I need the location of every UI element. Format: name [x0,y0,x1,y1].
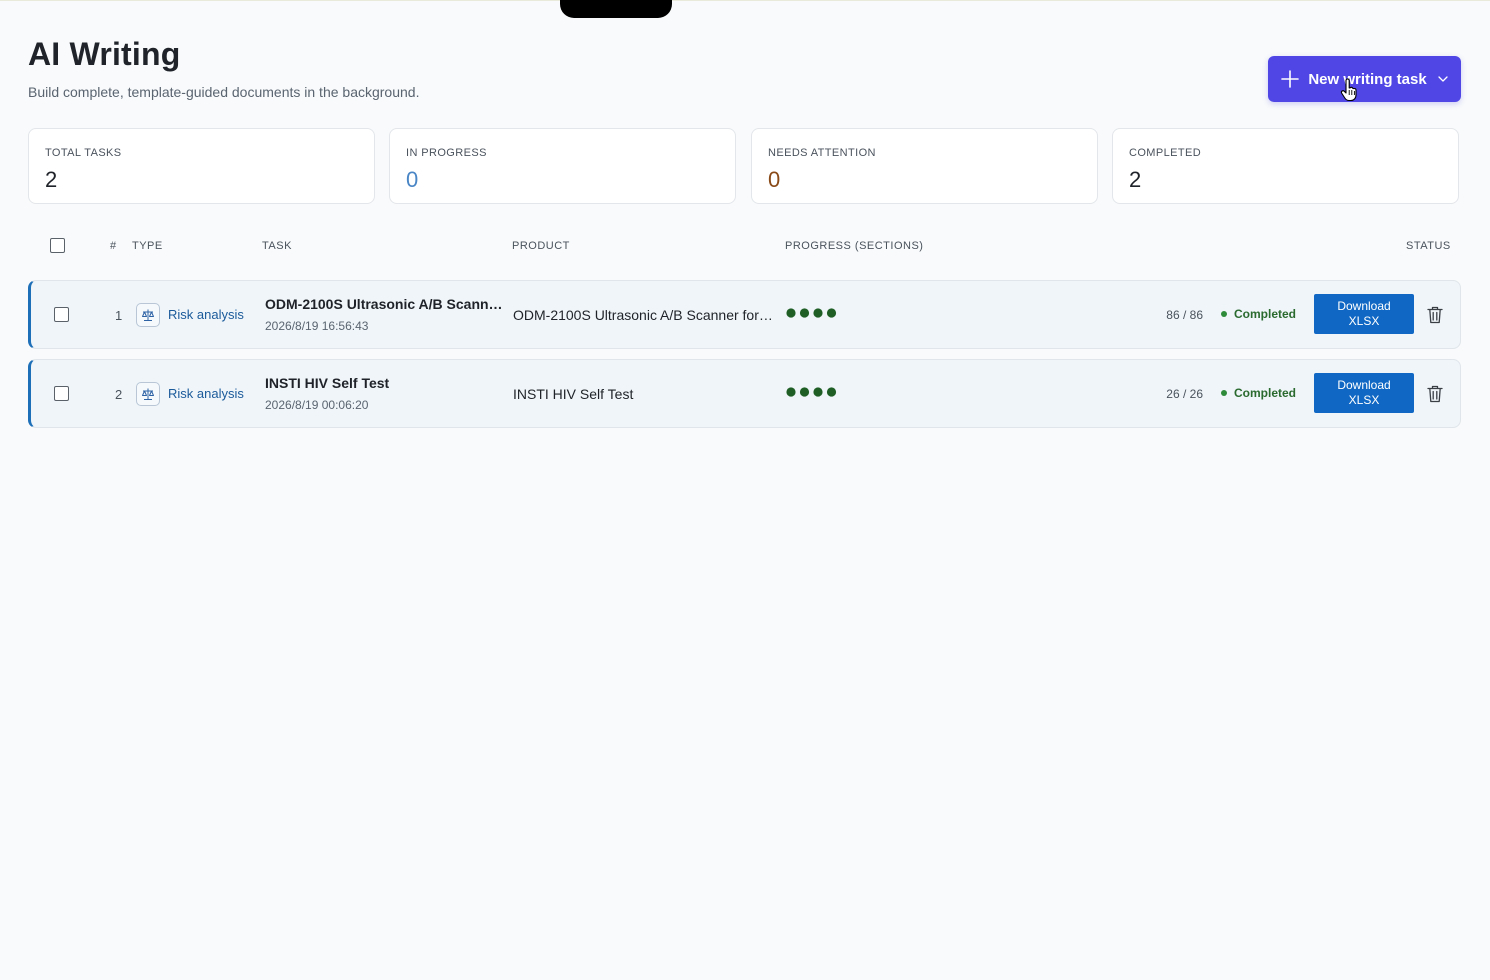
stat-value: 2 [45,167,58,192]
stat-label: COMPLETED [1129,147,1202,159]
status-dot-icon [1221,311,1227,317]
stat-card-in-progress: IN PROGRESS 0 [389,128,736,204]
task-timestamp: 2026/8/19 00:06:20 [265,398,369,412]
task-timestamp: 2026/8/19 16:56:43 [265,319,369,333]
camera-notch [560,0,672,18]
column-header-progress[interactable]: PROGRESS (SECTIONS) [785,240,923,252]
download-xlsx-button[interactable]: Download XLSX [1314,294,1414,334]
column-header-product[interactable]: PRODUCT [512,240,570,252]
trash-icon[interactable] [1426,384,1444,404]
top-border [0,0,1490,1]
table-row[interactable]: 1 Risk analysis ODM-2100S Ultrasonic A/B… [28,280,1461,349]
product-name: ODM-2100S Ultrasonic A/B Scanner for O..… [513,307,775,323]
product-name: INSTI HIV Self Test [513,386,634,402]
column-header-type[interactable]: TYPE [132,240,163,252]
select-all-checkbox[interactable] [50,238,65,253]
page-subtitle: Build complete, template-guided document… [28,84,420,100]
row-checkbox[interactable] [54,386,69,401]
stat-card-completed: COMPLETED 2 [1112,128,1459,204]
stat-card-needs-attention: NEEDS ATTENTION 0 [751,128,1098,204]
section-count: 86 / 86 [1166,308,1203,322]
download-label-line2: XLSX [1348,393,1380,407]
chevron-down-icon[interactable] [1438,74,1448,84]
download-label-line1: Download [1337,299,1391,313]
status-label: Completed [1234,307,1297,321]
download-label-line1: Download [1337,378,1391,392]
status-badge: Completed [1221,386,1296,400]
task-title[interactable]: ODM-2100S Ultrasonic A/B Scanner f... [265,296,505,312]
trash-icon[interactable] [1426,305,1444,325]
status-label: Completed [1234,386,1297,400]
row-checkbox[interactable] [54,307,69,322]
download-xlsx-button[interactable]: Download XLSX [1314,373,1414,413]
stat-label: IN PROGRESS [406,147,487,159]
page-title: AI Writing [28,36,181,72]
table-header: # TYPE TASK PRODUCT PROGRESS (SECTIONS) … [28,228,1461,264]
column-header-number: # [110,240,117,252]
stat-label: TOTAL TASKS [45,147,122,159]
hand-cursor-icon [1340,78,1357,102]
stat-value: 0 [406,167,419,192]
progress-dots [786,308,837,318]
new-writing-task-label: New writing task [1308,70,1427,88]
stat-card-total-tasks: TOTAL TASKS 2 [28,128,375,204]
row-number: 1 [115,308,123,323]
row-number: 2 [115,387,123,402]
table-row[interactable]: 2 Risk analysis INSTI HIV Self Test 2026… [28,359,1461,428]
plus-icon [1281,70,1300,88]
status-badge: Completed [1221,307,1296,321]
status-dot-icon [1221,390,1227,396]
task-type-link[interactable]: Risk analysis [168,386,244,401]
new-writing-task-button[interactable]: New writing task [1268,56,1461,102]
task-title[interactable]: INSTI HIV Self Test [265,375,505,391]
column-header-task[interactable]: TASK [262,240,292,252]
task-type-link[interactable]: Risk analysis [168,307,244,322]
column-header-status[interactable]: STATUS [1406,240,1451,252]
progress-dots [786,387,837,397]
stat-label: NEEDS ATTENTION [768,147,876,159]
stat-value: 0 [768,167,781,192]
section-count: 26 / 26 [1166,387,1203,401]
scale-icon [136,303,160,327]
stat-value: 2 [1129,167,1142,192]
download-label-line2: XLSX [1348,314,1380,328]
scale-icon [136,382,160,406]
